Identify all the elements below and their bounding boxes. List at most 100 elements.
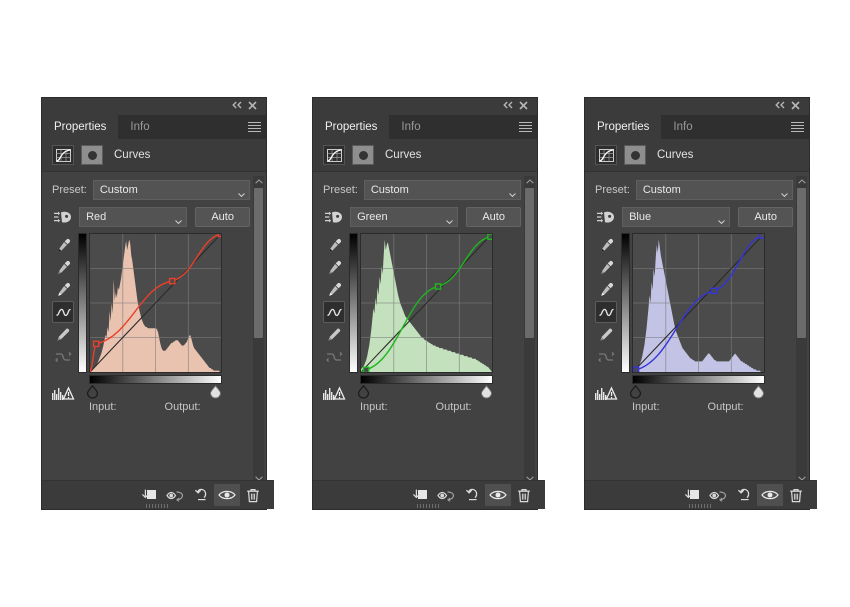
delete-adjustment-layer-button[interactable] [511, 484, 537, 506]
resize-grip[interactable] [146, 504, 170, 508]
preset-select[interactable]: Custom [363, 180, 521, 200]
clip-to-layer-button[interactable] [679, 484, 705, 506]
curve-point-tool-icon[interactable] [52, 301, 74, 323]
panel-menu-icon[interactable] [519, 122, 532, 133]
channel-select[interactable]: Blue [622, 207, 731, 227]
black-point-eyedropper-icon[interactable] [53, 235, 73, 255]
panel-menu-icon[interactable] [248, 122, 261, 133]
auto-button[interactable]: Auto [195, 207, 250, 227]
close-icon[interactable] [791, 101, 803, 113]
scrollbar-track[interactable] [797, 188, 806, 472]
histogram-warning-icon[interactable] [323, 383, 346, 403]
curves-grid-icon[interactable] [323, 145, 345, 165]
gray-point-eyedropper-icon[interactable] [53, 257, 73, 277]
tab-info[interactable]: Info [389, 115, 433, 139]
auto-tone-icon[interactable] [595, 208, 616, 226]
resize-grip[interactable] [689, 504, 713, 508]
output-label: Output: [435, 401, 472, 413]
tab-properties[interactable]: Properties [313, 115, 390, 139]
histogram-warning-icon[interactable] [52, 383, 75, 403]
curve-plot-red[interactable] [89, 233, 222, 373]
curve-editor: Input: Output: [585, 233, 809, 423]
collapse-arrows-icon[interactable] [503, 101, 515, 113]
collapse-arrows-icon[interactable] [232, 101, 244, 113]
curve-plot-blue[interactable] [632, 233, 765, 373]
gray-point-eyedropper-icon[interactable] [324, 257, 344, 277]
adjustment-header: Curves [42, 139, 266, 172]
tab-info[interactable]: Info [661, 115, 705, 139]
reset-adjustment-button[interactable] [731, 484, 757, 506]
pencil-draw-tool-icon[interactable] [324, 325, 344, 345]
close-icon[interactable] [519, 101, 531, 113]
tab-info[interactable]: Info [118, 115, 162, 139]
view-previous-state-button[interactable] [433, 484, 459, 506]
toggle-layer-visibility-button[interactable] [485, 484, 511, 506]
reset-adjustment-button[interactable] [459, 484, 485, 506]
io-readout: Input: Output: [632, 401, 782, 413]
resize-grip[interactable] [417, 504, 441, 508]
layer-mask-thumbnail[interactable] [81, 145, 103, 165]
panel-scrollbar[interactable] [524, 176, 535, 484]
panel-menu-icon[interactable] [791, 122, 804, 133]
curve-point-tool-icon[interactable] [595, 301, 617, 323]
histogram-warning-icon[interactable] [595, 383, 618, 403]
curve-tool-column [323, 233, 346, 423]
channel-select[interactable]: Red [79, 207, 188, 227]
white-point-eyedropper-icon[interactable] [53, 279, 73, 299]
white-point-eyedropper-icon[interactable] [324, 279, 344, 299]
curve-plot-green[interactable] [360, 233, 493, 373]
toggle-layer-visibility-button[interactable] [214, 484, 240, 506]
smooth-curve-tool-icon [596, 347, 616, 367]
scrollbar-thumb[interactable] [254, 188, 263, 338]
scrollbar-thumb[interactable] [797, 188, 806, 338]
panel-tab-bar: Properties Info [585, 115, 809, 139]
toggle-layer-visibility-button[interactable] [757, 484, 783, 506]
preset-value: Custom [370, 184, 409, 196]
gray-point-eyedropper-icon[interactable] [596, 257, 616, 277]
white-point-eyedropper-icon[interactable] [596, 279, 616, 299]
close-icon[interactable] [248, 101, 260, 113]
panel-scrollbar[interactable] [253, 176, 264, 484]
preset-row: Preset: Custom [313, 180, 537, 200]
tab-properties[interactable]: Properties [585, 115, 662, 139]
scrollbar-track[interactable] [254, 188, 263, 472]
collapse-arrows-icon[interactable] [775, 101, 787, 113]
preset-select[interactable]: Custom [635, 180, 793, 200]
clip-to-layer-button[interactable] [136, 484, 162, 506]
pencil-draw-tool-icon[interactable] [53, 325, 73, 345]
scroll-up-arrow[interactable] [524, 176, 535, 187]
layer-mask-thumbnail[interactable] [624, 145, 646, 165]
scroll-up-arrow[interactable] [253, 176, 264, 187]
preset-select[interactable]: Custom [92, 180, 250, 200]
black-point-eyedropper-icon[interactable] [596, 235, 616, 255]
black-point-eyedropper-icon[interactable] [324, 235, 344, 255]
auto-tone-icon[interactable] [323, 208, 344, 226]
curves-grid-icon[interactable] [595, 145, 617, 165]
reset-adjustment-button[interactable] [188, 484, 214, 506]
channel-select[interactable]: Green [350, 207, 459, 227]
clip-to-layer-button[interactable] [407, 484, 433, 506]
auto-tone-icon[interactable] [52, 208, 73, 226]
curves-grid-icon[interactable] [52, 145, 74, 165]
channel-row: Blue Auto [585, 207, 809, 227]
page-title: Curves [385, 149, 422, 161]
output-label: Output: [164, 401, 201, 413]
auto-button[interactable]: Auto [466, 207, 521, 227]
delete-adjustment-layer-button[interactable] [783, 484, 809, 506]
auto-button[interactable]: Auto [738, 207, 793, 227]
input-label: Input: [632, 401, 660, 413]
scroll-up-arrow[interactable] [796, 176, 807, 187]
panel-scrollbar[interactable] [796, 176, 807, 484]
pencil-draw-tool-icon[interactable] [596, 325, 616, 345]
scrollbar-thumb[interactable] [525, 188, 534, 338]
curve-point-tool-icon[interactable] [323, 301, 345, 323]
view-previous-state-button[interactable] [705, 484, 731, 506]
layer-mask-thumbnail[interactable] [352, 145, 374, 165]
input-label: Input: [360, 401, 388, 413]
tab-properties[interactable]: Properties [42, 115, 119, 139]
screenshot-stage: Properties Info Curves Preset: Custom Red Auto… [0, 0, 850, 607]
view-previous-state-button[interactable] [162, 484, 188, 506]
delete-adjustment-layer-button[interactable] [240, 484, 266, 506]
smooth-curve-tool-icon [53, 347, 73, 367]
scrollbar-track[interactable] [525, 188, 534, 472]
